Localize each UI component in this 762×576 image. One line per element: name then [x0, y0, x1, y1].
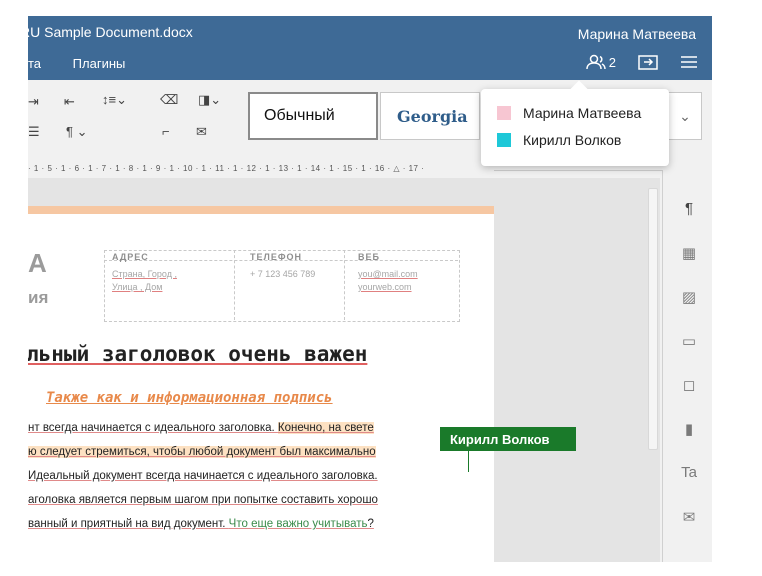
paragraph-line-1: нт всегда начинается с идеального заголо… — [28, 422, 374, 434]
page-header-bar — [28, 206, 494, 214]
paragraph-highlight: Конечно, на свете — [277, 422, 374, 434]
paragraph-line-3: Идеальный документ всегда начинается с и… — [28, 470, 378, 482]
user-name: Кирилл Волков — [523, 132, 622, 148]
header-icons: 2 — [564, 54, 698, 70]
shape-settings-icon[interactable]: ◻ — [680, 376, 698, 394]
web-email: you@mail.com — [358, 269, 418, 279]
open-location-icon — [638, 55, 658, 70]
menu-item-plugins[interactable]: Плагины — [73, 56, 126, 71]
users-button[interactable]: 2 — [586, 54, 616, 70]
contact-address: АДРЕС Страна, Город , Улица , Дом — [112, 252, 177, 294]
users-icon — [586, 54, 606, 70]
horizontal-ruler[interactable]: · 1 · 5 · 1 · 6 · 1 · 7 · 1 · 8 · 1 · 9 … — [28, 164, 494, 178]
paragraph-line-5: ванный и приятный на вид документ. Что е… — [28, 518, 374, 530]
phone-label: ТЕЛЕФОН — [250, 252, 302, 262]
address-line-2: Улица , Дом — [112, 282, 163, 292]
chevron-down-icon: ⌄ — [679, 107, 691, 124]
vertical-scrollbar[interactable] — [648, 188, 658, 450]
title-letter: А — [28, 248, 47, 278]
image-settings-icon[interactable]: ▨ — [680, 288, 698, 306]
paragraph-settings-icon[interactable]: ¶ — [680, 200, 698, 217]
paragraph-mark-label: ¶ — [66, 124, 73, 139]
contact-col-divider-1 — [234, 250, 235, 320]
menu-button[interactable] — [680, 55, 698, 69]
style-normal[interactable]: Обычный — [248, 92, 378, 140]
users-count: 2 — [608, 54, 616, 70]
paragraph-mark-icon[interactable]: ¶ ⌄ — [66, 124, 88, 140]
style-georgia[interactable]: Georgia — [380, 92, 480, 140]
paragraph-line-2: ю следует стремиться, чтобы любой докуме… — [28, 446, 376, 458]
document-subheading: Также как и информационная подпись — [46, 390, 333, 406]
web-label: ВЕБ — [358, 252, 380, 262]
menu-item-insert[interactable]: та — [28, 56, 41, 71]
document-title: RU Sample Document.docx — [28, 24, 193, 40]
header-footer-icon[interactable]: ▭ — [680, 332, 698, 350]
line-spacing-icon[interactable]: ↕≡⌄ — [102, 92, 127, 108]
collaborator-cursor-label: Кирилл Волков — [440, 427, 576, 451]
paragraph-tail: ? — [367, 518, 374, 530]
paragraph-text: нт всегда начинается с идеального заголо… — [28, 422, 278, 434]
menu-bar: та Плагины — [28, 56, 153, 71]
document-canvas: А ия АДРЕС Страна, Город , Улица , Дом Т… — [28, 178, 660, 562]
popup-user-1[interactable]: Марина Матвеева — [497, 105, 641, 121]
shading-icon[interactable]: ◨⌄ — [198, 92, 221, 108]
indent-decrease-icon[interactable]: ⇤ — [64, 94, 75, 110]
document-heading: льный заголовок очень важен — [28, 342, 368, 366]
contact-web: ВЕБ you@mail.com yourweb.com — [358, 252, 418, 294]
open-location-button[interactable] — [638, 54, 658, 70]
popup-user-2[interactable]: Кирилл Волков — [497, 132, 621, 148]
contact-phone: ТЕЛЕФОН + 7 123 456 789 — [250, 252, 315, 281]
hamburger-menu-icon — [681, 56, 697, 68]
right-panel: ¶ ▦ ▨ ▭ ◻ ▮ Ta ✉ — [662, 170, 712, 562]
mail-merge-icon[interactable]: ✉ — [196, 124, 207, 140]
paragraph-green-text: Что еще важно учитывать — [228, 518, 368, 530]
address-label: АДРЕС — [112, 252, 149, 262]
paragraph-line-4: аголовка является первым шагом при попыт… — [28, 494, 378, 506]
current-user-name: Марина Матвеева — [577, 26, 696, 42]
address-line-1: Страна, Город , — [112, 269, 177, 279]
contact-col-divider-2 — [344, 250, 345, 320]
web-site: yourweb.com — [358, 282, 412, 292]
title-subtitle: ия — [28, 288, 49, 307]
justify-icon[interactable]: ☰ — [28, 124, 40, 140]
paragraph-highlight: ю следует стремиться, чтобы любой докуме… — [28, 446, 376, 458]
table-settings-icon[interactable]: ▦ — [680, 244, 698, 262]
text-art-icon[interactable]: Ta — [680, 464, 698, 481]
user-color-swatch — [497, 106, 511, 120]
indent-increase-icon[interactable]: ⇥ — [28, 94, 39, 110]
styles-expand-button[interactable]: ⌄ — [668, 92, 702, 140]
clear-formatting-icon[interactable]: ⌫ — [160, 92, 178, 108]
paragraph-text: ванный и приятный на вид документ. — [28, 518, 229, 530]
phone-value: + 7 123 456 789 — [250, 269, 316, 279]
user-color-swatch — [497, 133, 511, 147]
users-popup: Марина Матвеева Кирилл Волков — [481, 80, 669, 166]
user-name: Марина Матвеева — [523, 105, 642, 121]
copy-style-icon[interactable]: ⌐ — [162, 124, 170, 139]
chart-settings-icon[interactable]: ▮ — [680, 420, 698, 438]
document-page[interactable]: А ия АДРЕС Страна, Город , Улица , Дом Т… — [28, 206, 494, 562]
title-bar: RU Sample Document.docx Марина Матвеева … — [28, 16, 712, 80]
mail-merge-panel-icon[interactable]: ✉ — [680, 508, 698, 526]
